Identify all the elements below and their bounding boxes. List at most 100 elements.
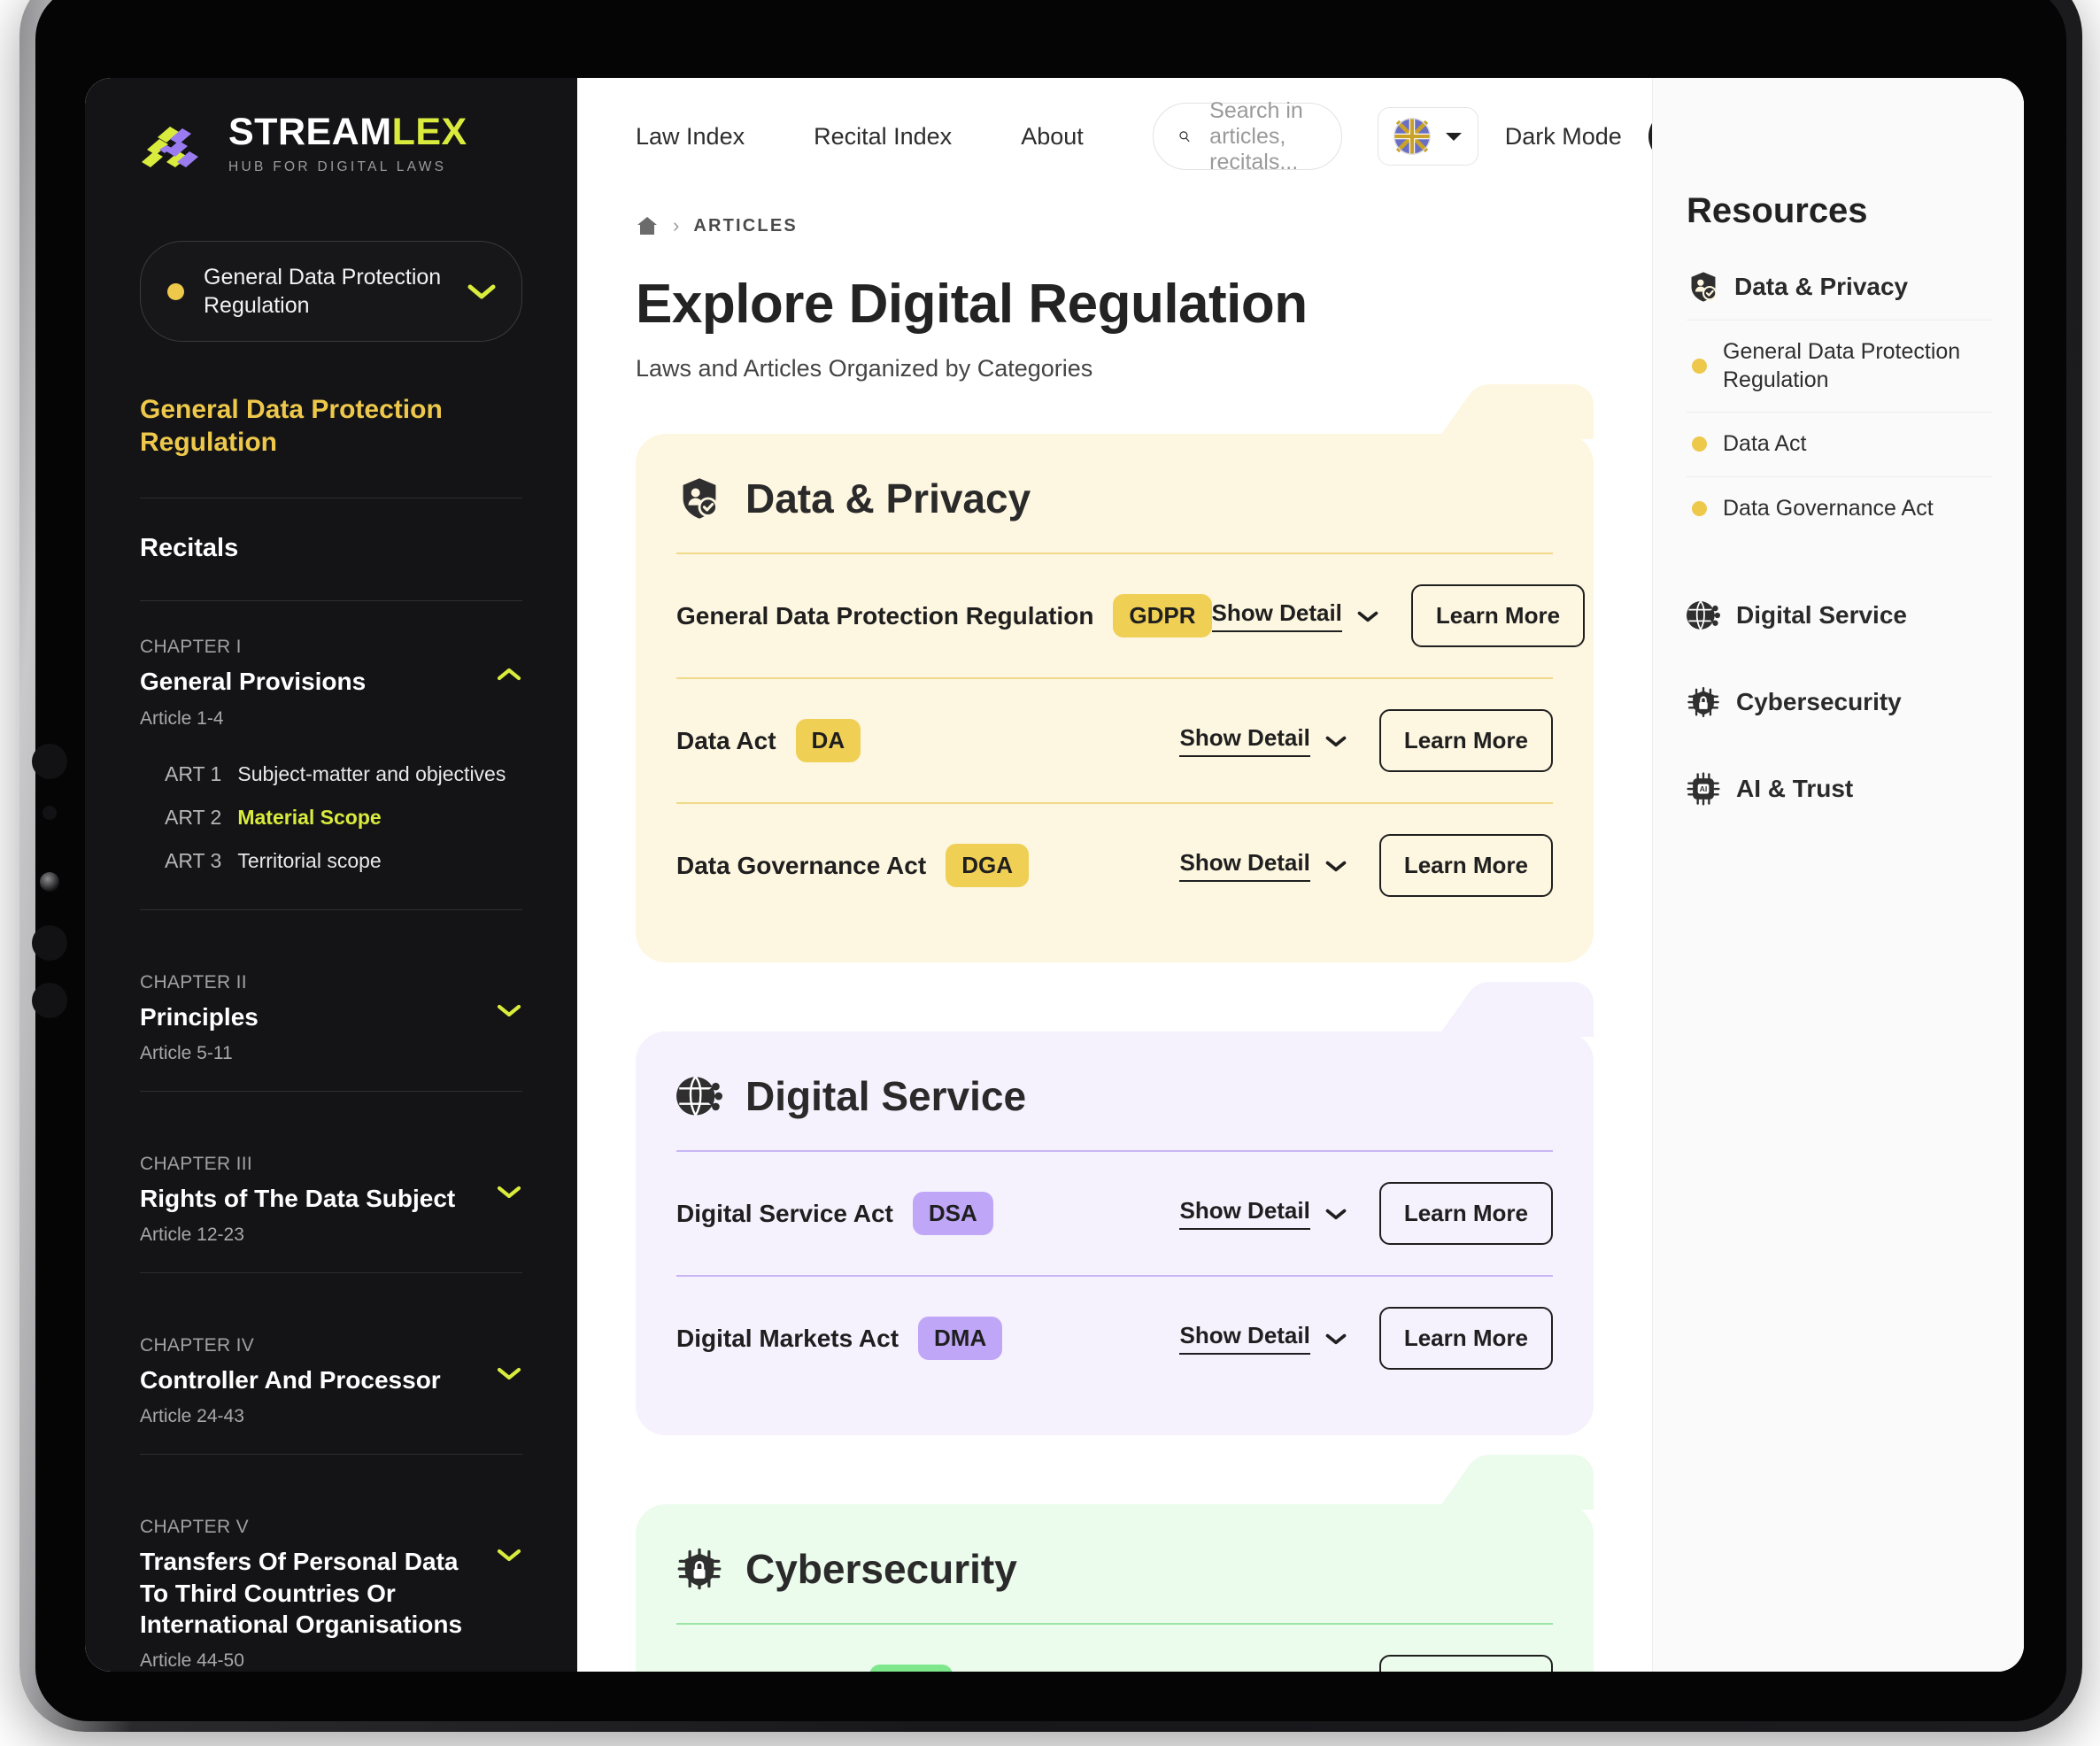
- resources-sub-label: Data Governance Act: [1723, 495, 1934, 521]
- article-item[interactable]: ART 2 Material Scope: [140, 796, 522, 839]
- language-selector[interactable]: [1377, 107, 1478, 166]
- breadcrumb: › ARTICLES: [636, 214, 1594, 237]
- chevron-down-icon: [467, 284, 496, 299]
- category-card-list: Data & Privacy General Data Protection Re…: [636, 384, 1594, 1672]
- learn-more-button[interactable]: Learn More: [1378, 1307, 1553, 1370]
- sidebar-item-recitals[interactable]: Recitals: [140, 534, 522, 563]
- sidebar-chapter[interactable]: CHAPTER IV Controller And Processor Articl…: [140, 1335, 522, 1517]
- article-item[interactable]: ART 3 Territorial scope: [140, 839, 522, 883]
- show-detail-toggle[interactable]: Show Detail: [1179, 849, 1347, 882]
- brand-tagline: HUB FOR DIGITAL LAWS: [228, 159, 447, 174]
- law-selector-dropdown[interactable]: General Data Protection Regulation: [140, 241, 522, 342]
- article-item[interactable]: ART 1 Subject-matter and objectives: [140, 753, 522, 796]
- resources-link-label: Digital Service: [1736, 601, 1907, 629]
- show-detail-label: Show Detail: [1211, 599, 1342, 632]
- chapter-collapse-icon[interactable]: [496, 667, 522, 683]
- chapter-expand-icon[interactable]: [496, 1184, 522, 1200]
- nav-link-about[interactable]: About: [1021, 123, 1084, 151]
- resources-link-item[interactable]: AI AI & Trust: [1687, 746, 1992, 832]
- page-subtitle: Laws and Articles Organized by Categorie…: [636, 355, 1093, 382]
- category-card: CybersecurityNIS 2 DirectiveNIS2Show Det…: [636, 1455, 1594, 1672]
- chapter-label: CHAPTER IV: [140, 1335, 255, 1356]
- law-row: Data Governance Act DGA Show Detail Learn M…: [676, 802, 1553, 927]
- resources-link-item[interactable]: Cybersecurity: [1687, 659, 1992, 746]
- law-badge: DGA: [946, 844, 1029, 887]
- globe-network-icon: [1687, 600, 1720, 630]
- article-name: Subject-matter and objectives: [237, 761, 506, 785]
- learn-more-button[interactable]: Learn More: [1378, 709, 1553, 772]
- resources-sub-item[interactable]: Data Governance Act: [1687, 475, 1992, 541]
- nav-link-law-index[interactable]: Law Index: [636, 123, 745, 151]
- home-icon[interactable]: [636, 214, 659, 237]
- law-name: Digital Markets Act: [676, 1324, 899, 1352]
- law-name: Data Governance Act: [676, 851, 927, 879]
- resources-group-header[interactable]: Data & Privacy: [1687, 258, 1992, 320]
- chapter-header[interactable]: CHAPTER V Transfers Of Personal Data To T…: [140, 1517, 522, 1672]
- chapter-expand-icon[interactable]: [496, 1547, 522, 1563]
- law-name: Data Act: [676, 726, 776, 754]
- resources-group-label: Data & Privacy: [1734, 273, 1909, 300]
- show-detail-label: Show Detail: [1179, 1197, 1310, 1230]
- show-detail-toggle[interactable]: Show Detail: [1179, 1670, 1347, 1672]
- chapter-header[interactable]: CHAPTER I General Provisions Article 1-4: [140, 637, 522, 729]
- shield-person-check-icon: [683, 478, 718, 519]
- chapter-article-range: Article 12-23: [140, 1225, 244, 1246]
- show-detail-toggle[interactable]: Show Detail: [1179, 1322, 1347, 1355]
- category-card: Digital Service Digital Service Act DSA Sho…: [636, 982, 1594, 1435]
- breadcrumb-current[interactable]: ARTICLES: [693, 216, 798, 236]
- category-folder-tab: [1438, 1455, 1594, 1510]
- resources-list: Data & Privacy General Data Protection Re…: [1687, 258, 1992, 832]
- law-badge: NIS2: [869, 1665, 953, 1672]
- sidebar-chapter[interactable]: CHAPTER V Transfers Of Personal Data To T…: [140, 1517, 522, 1672]
- nav-link-recital-index[interactable]: Recital Index: [814, 123, 952, 151]
- bezel-dot: [42, 806, 57, 820]
- law-row: Data Act DA Show Detail Learn More: [676, 677, 1553, 802]
- learn-more-button[interactable]: Learn More: [1410, 584, 1586, 647]
- learn-more-button[interactable]: Learn More: [1378, 1182, 1553, 1245]
- category-card: Data & Privacy General Data Protection Re…: [636, 384, 1594, 962]
- divider: [140, 600, 522, 602]
- law-row: Digital Markets Act DMA Show Detail Learn M…: [676, 1275, 1553, 1400]
- sidebar-chapter[interactable]: CHAPTER III Rights of The Data Subject Art…: [140, 1154, 522, 1335]
- search-input[interactable]: Search in articles, recitals...: [1152, 98, 1342, 174]
- chapter-header[interactable]: CHAPTER III Rights of The Data Subject Art…: [140, 1154, 522, 1246]
- resources-link-item[interactable]: Digital Service: [1687, 572, 1992, 659]
- chevron-down-icon: [1325, 861, 1347, 871]
- resources-sub-item[interactable]: Data Act: [1687, 412, 1992, 476]
- sidebar-chapter[interactable]: CHAPTER I General Provisions Article 1-4 AR…: [140, 637, 522, 971]
- category-header: Cybersecurity: [676, 1545, 1553, 1623]
- sidebar-chapter[interactable]: CHAPTER II Principles Article 5-11: [140, 972, 522, 1154]
- resources-sub-item[interactable]: General Data Protection Regulation: [1687, 320, 1992, 412]
- search-placeholder: Search in articles, recitals...: [1209, 97, 1303, 174]
- category-header: Digital Service: [676, 1072, 1553, 1150]
- chapter-expand-icon[interactable]: [496, 1365, 522, 1381]
- show-detail-toggle[interactable]: Show Detail: [1211, 599, 1379, 632]
- chapter-article-range: Article 1-4: [140, 707, 224, 729]
- resource-dot: [1692, 436, 1707, 452]
- show-detail-toggle[interactable]: Show Detail: [1179, 724, 1347, 757]
- chapter-text: CHAPTER II Principles Article 5-11: [140, 972, 482, 1064]
- brand-logo[interactable]: STREAMLEX HUB FOR DIGITAL LAWS: [140, 113, 522, 175]
- resources-title: Resources: [1687, 191, 1868, 230]
- search-icon: [1179, 131, 1190, 143]
- article-number: ART 2: [165, 805, 222, 829]
- chapter-article-range: Article 44-50: [140, 1650, 244, 1672]
- chapter-article-range: Article 24-43: [140, 1406, 244, 1427]
- chapter-header[interactable]: CHAPTER II Principles Article 5-11: [140, 972, 522, 1064]
- divider: [140, 1090, 522, 1092]
- learn-more-button[interactable]: Learn More: [1378, 1655, 1553, 1672]
- resource-dot: [1692, 500, 1707, 516]
- shield-person-check-icon: [1691, 272, 1718, 302]
- chapter-label: CHAPTER II: [140, 971, 247, 993]
- chapter-header[interactable]: CHAPTER IV Controller And Processor Articl…: [140, 1335, 522, 1427]
- chapter-title: General Provisions: [140, 668, 367, 696]
- learn-more-button[interactable]: Learn More: [1378, 834, 1553, 897]
- bezel-dot: [32, 744, 67, 779]
- topbar-right-controls: Dark Mode: [1342, 107, 1652, 166]
- law-row: Digital Service Act DSA Show Detail Learn M…: [676, 1152, 1553, 1275]
- category-title: Cybersecurity: [745, 1546, 1017, 1592]
- chapter-expand-icon[interactable]: [496, 1002, 522, 1018]
- show-detail-toggle[interactable]: Show Detail: [1179, 1197, 1347, 1230]
- resource-dot: [1692, 359, 1707, 374]
- law-name: Digital Service Act: [676, 1199, 893, 1227]
